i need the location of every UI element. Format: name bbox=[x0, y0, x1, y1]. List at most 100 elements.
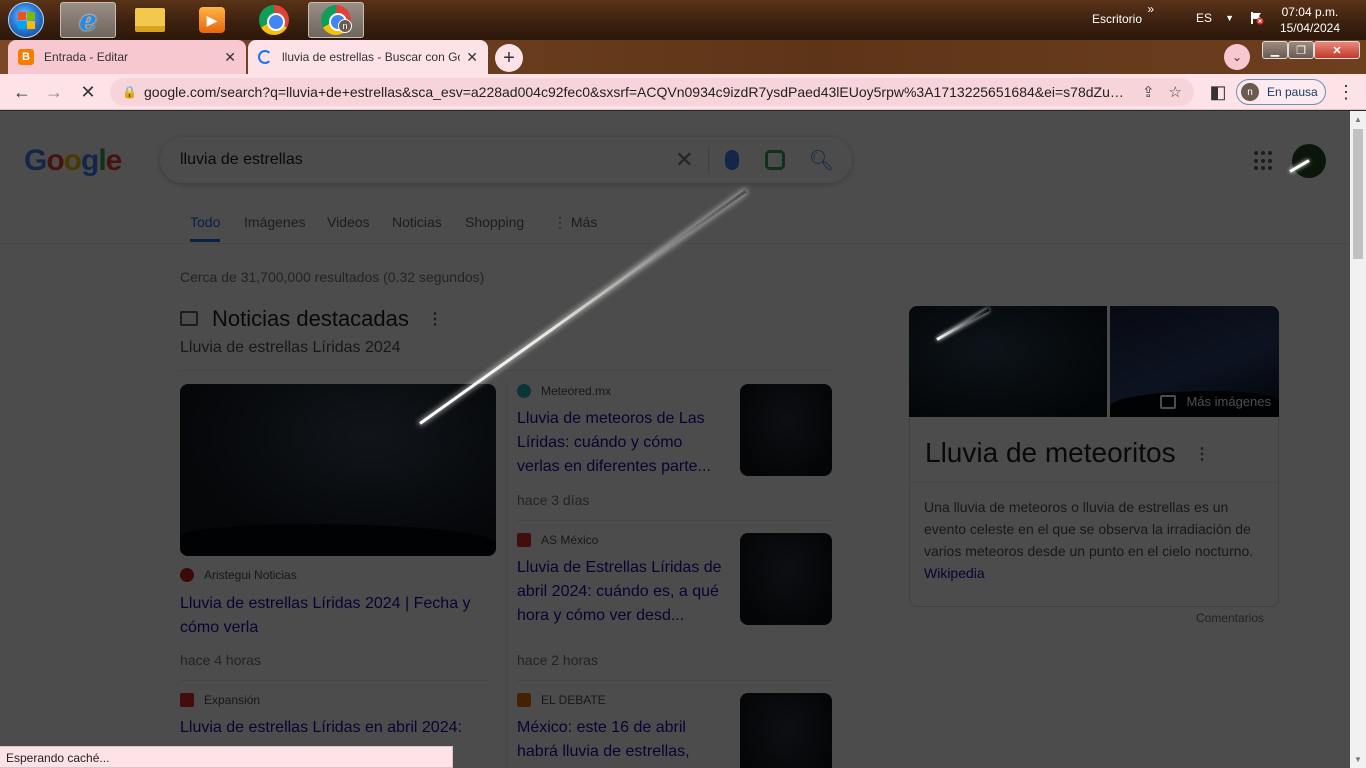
news-title-link[interactable]: México: este 16 de abril habrá lluvia de… bbox=[517, 716, 722, 764]
divider bbox=[517, 520, 832, 521]
profile-status-label: En pausa bbox=[1267, 85, 1318, 99]
new-tab-button[interactable]: + bbox=[495, 44, 523, 72]
news-source: Aristegui Noticias bbox=[180, 568, 297, 582]
news-title-link[interactable]: Lluvia de estrellas Líridas 2024 | Fecha… bbox=[180, 592, 490, 640]
source-logo-icon bbox=[180, 693, 194, 707]
taskbar-chrome-profile[interactable]: n bbox=[308, 2, 364, 38]
tab-search-button[interactable]: ⌄ bbox=[1224, 44, 1250, 70]
news-title-link[interactable]: Lluvia de estrellas Líridas en abril 202… bbox=[180, 716, 490, 740]
clock[interactable]: 07:04 p.m. 15/04/2024 bbox=[1280, 4, 1340, 36]
tab-mas[interactable]: ⋮ Más bbox=[553, 214, 597, 231]
search-input[interactable]: lluvia de estrellas bbox=[180, 151, 675, 169]
news-source: Meteored.mx bbox=[517, 384, 611, 398]
newspaper-icon bbox=[180, 311, 198, 326]
side-panel-icon[interactable]: ◧ bbox=[1206, 80, 1230, 104]
knowledge-panel-image[interactable] bbox=[909, 306, 1107, 417]
tab-noticias[interactable]: Noticias bbox=[392, 214, 442, 230]
tab-todo[interactable]: Todo bbox=[190, 214, 221, 242]
taskbar-internet-explorer[interactable]: e bbox=[60, 2, 116, 38]
news-title-link[interactable]: Lluvia de meteoros de Las Líridas: cuánd… bbox=[517, 407, 722, 479]
news-title-link[interactable]: Lluvia de Estrellas Líridas de abril 202… bbox=[517, 556, 722, 628]
news-image[interactable] bbox=[180, 384, 496, 556]
search-icon[interactable]: 🔍︎ bbox=[809, 148, 834, 173]
clock-date: 15/04/2024 bbox=[1279, 21, 1340, 35]
lock-icon[interactable]: 🔒 bbox=[122, 85, 137, 99]
news-source: AS México bbox=[517, 533, 598, 547]
loading-spinner-icon bbox=[258, 50, 272, 64]
tab-google-search[interactable]: lluvia de estrellas - Buscar con Google … bbox=[248, 40, 488, 74]
news-thumbnail[interactable] bbox=[740, 693, 832, 768]
action-center-flag-icon[interactable] bbox=[1250, 11, 1264, 25]
news-thumbnail[interactable] bbox=[740, 533, 832, 625]
news-age: hace 2 horas bbox=[517, 652, 598, 668]
toolbar-chevron-icon[interactable]: » bbox=[1147, 2, 1154, 16]
clear-search-icon[interactable]: ✕ bbox=[675, 147, 709, 173]
more-images-button[interactable]: Más imágenes bbox=[1160, 394, 1271, 409]
blogger-icon: B bbox=[18, 49, 34, 65]
tab-imagenes[interactable]: Imágenes bbox=[244, 214, 305, 230]
source-logo-icon bbox=[517, 384, 531, 398]
tab-shopping[interactable]: Shopping bbox=[465, 214, 524, 230]
page-scrollbar[interactable]: ▲ ▼ bbox=[1350, 111, 1366, 768]
stop-loading-icon[interactable]: ✕ bbox=[76, 80, 100, 104]
search-box[interactable]: lluvia de estrellas ✕ 🔍︎ bbox=[160, 137, 852, 183]
bookmark-star-icon[interactable]: ☆ bbox=[1169, 83, 1182, 101]
taskbar-media-player[interactable]: ▶ bbox=[184, 2, 240, 38]
windows-taskbar: e ▶ n Escritorio » ES ▼ 07:04 p.m. 15/04… bbox=[0, 0, 1366, 40]
news-source-name: Aristegui Noticias bbox=[204, 568, 297, 582]
url-text[interactable]: google.com/search?q=lluvia+de+estrellas&… bbox=[144, 84, 1128, 100]
internet-explorer-icon: e bbox=[79, 3, 97, 37]
google-lens-icon[interactable] bbox=[764, 150, 785, 170]
close-window-button[interactable]: ✕ bbox=[1314, 41, 1360, 59]
source-logo-icon bbox=[517, 533, 531, 547]
back-arrow-icon[interactable]: ← bbox=[10, 80, 34, 104]
top-news-heading: Noticias destacadas bbox=[212, 306, 409, 331]
tab-videos[interactable]: Videos bbox=[327, 214, 370, 230]
tab-title: lluvia de estrellas - Buscar con Google bbox=[282, 50, 460, 64]
news-thumbnail[interactable] bbox=[740, 384, 832, 476]
scroll-up-icon[interactable]: ▲ bbox=[1354, 115, 1362, 124]
share-icon[interactable]: ⇪ bbox=[1142, 83, 1155, 101]
more-options-icon[interactable]: ⋮ bbox=[1194, 444, 1210, 464]
forward-arrow-icon[interactable]: → bbox=[42, 80, 66, 104]
kebab-menu-icon[interactable]: ⋮ bbox=[1334, 80, 1358, 104]
language-indicator[interactable]: ES bbox=[1196, 11, 1212, 25]
news-source-name: Expansión bbox=[204, 693, 261, 707]
news-age: hace 4 horas bbox=[180, 652, 261, 668]
news-age: hace 3 días bbox=[517, 492, 590, 508]
minimize-button[interactable]: ▁ bbox=[1262, 41, 1288, 59]
microphone-icon[interactable] bbox=[724, 150, 739, 170]
knowledge-panel-description: Una lluvia de meteoros o lluvia de estre… bbox=[924, 496, 1264, 584]
feedback-link[interactable]: Comentarios bbox=[1196, 611, 1264, 625]
more-options-icon[interactable]: ⋮ bbox=[427, 309, 443, 329]
browser-tab-strip: B Entrada - Editar ✕ lluvia de estrellas… bbox=[0, 40, 1366, 74]
top-news-subtitle: Lluvia de estrellas Líridas 2024 bbox=[180, 339, 401, 356]
status-bubble: Esperando caché... bbox=[0, 746, 453, 768]
google-logo[interactable]: Google bbox=[24, 144, 122, 178]
close-tab-icon[interactable]: ✕ bbox=[466, 49, 478, 66]
scroll-down-icon[interactable]: ▼ bbox=[1354, 755, 1362, 764]
profile-button[interactable]: n En pausa bbox=[1236, 79, 1326, 105]
more-images-label: Más imágenes bbox=[1186, 394, 1271, 409]
close-tab-icon[interactable]: ✕ bbox=[224, 49, 236, 66]
google-apps-icon[interactable] bbox=[1254, 151, 1274, 171]
language-dropdown-icon[interactable]: ▼ bbox=[1225, 13, 1234, 23]
news-source-name: AS México bbox=[541, 533, 599, 547]
knowledge-panel-image[interactable]: Más imágenes bbox=[1110, 306, 1279, 417]
news-source-name: Meteored.mx bbox=[541, 384, 612, 398]
profile-badge: n bbox=[338, 19, 352, 33]
maximize-button[interactable]: ❐ bbox=[1288, 41, 1314, 59]
divider bbox=[506, 384, 507, 768]
description-text: Una lluvia de meteoros o lluvia de estre… bbox=[924, 499, 1254, 559]
desktop-toolbar-label[interactable]: Escritorio bbox=[1092, 12, 1142, 26]
knowledge-panel-title: Lluvia de meteoritos bbox=[925, 437, 1176, 468]
address-bar[interactable]: 🔒 google.com/search?q=lluvia+de+estrella… bbox=[110, 78, 1194, 106]
start-button[interactable] bbox=[8, 2, 44, 38]
scrollbar-thumb[interactable] bbox=[1353, 129, 1363, 259]
source-logo-icon bbox=[517, 693, 531, 707]
tab-blogger-editor[interactable]: B Entrada - Editar ✕ bbox=[8, 40, 246, 74]
wikipedia-link[interactable]: Wikipedia bbox=[924, 565, 985, 581]
taskbar-file-explorer[interactable] bbox=[122, 2, 178, 38]
news-source: EL DEBATE bbox=[517, 693, 606, 707]
taskbar-chrome[interactable] bbox=[246, 2, 302, 38]
